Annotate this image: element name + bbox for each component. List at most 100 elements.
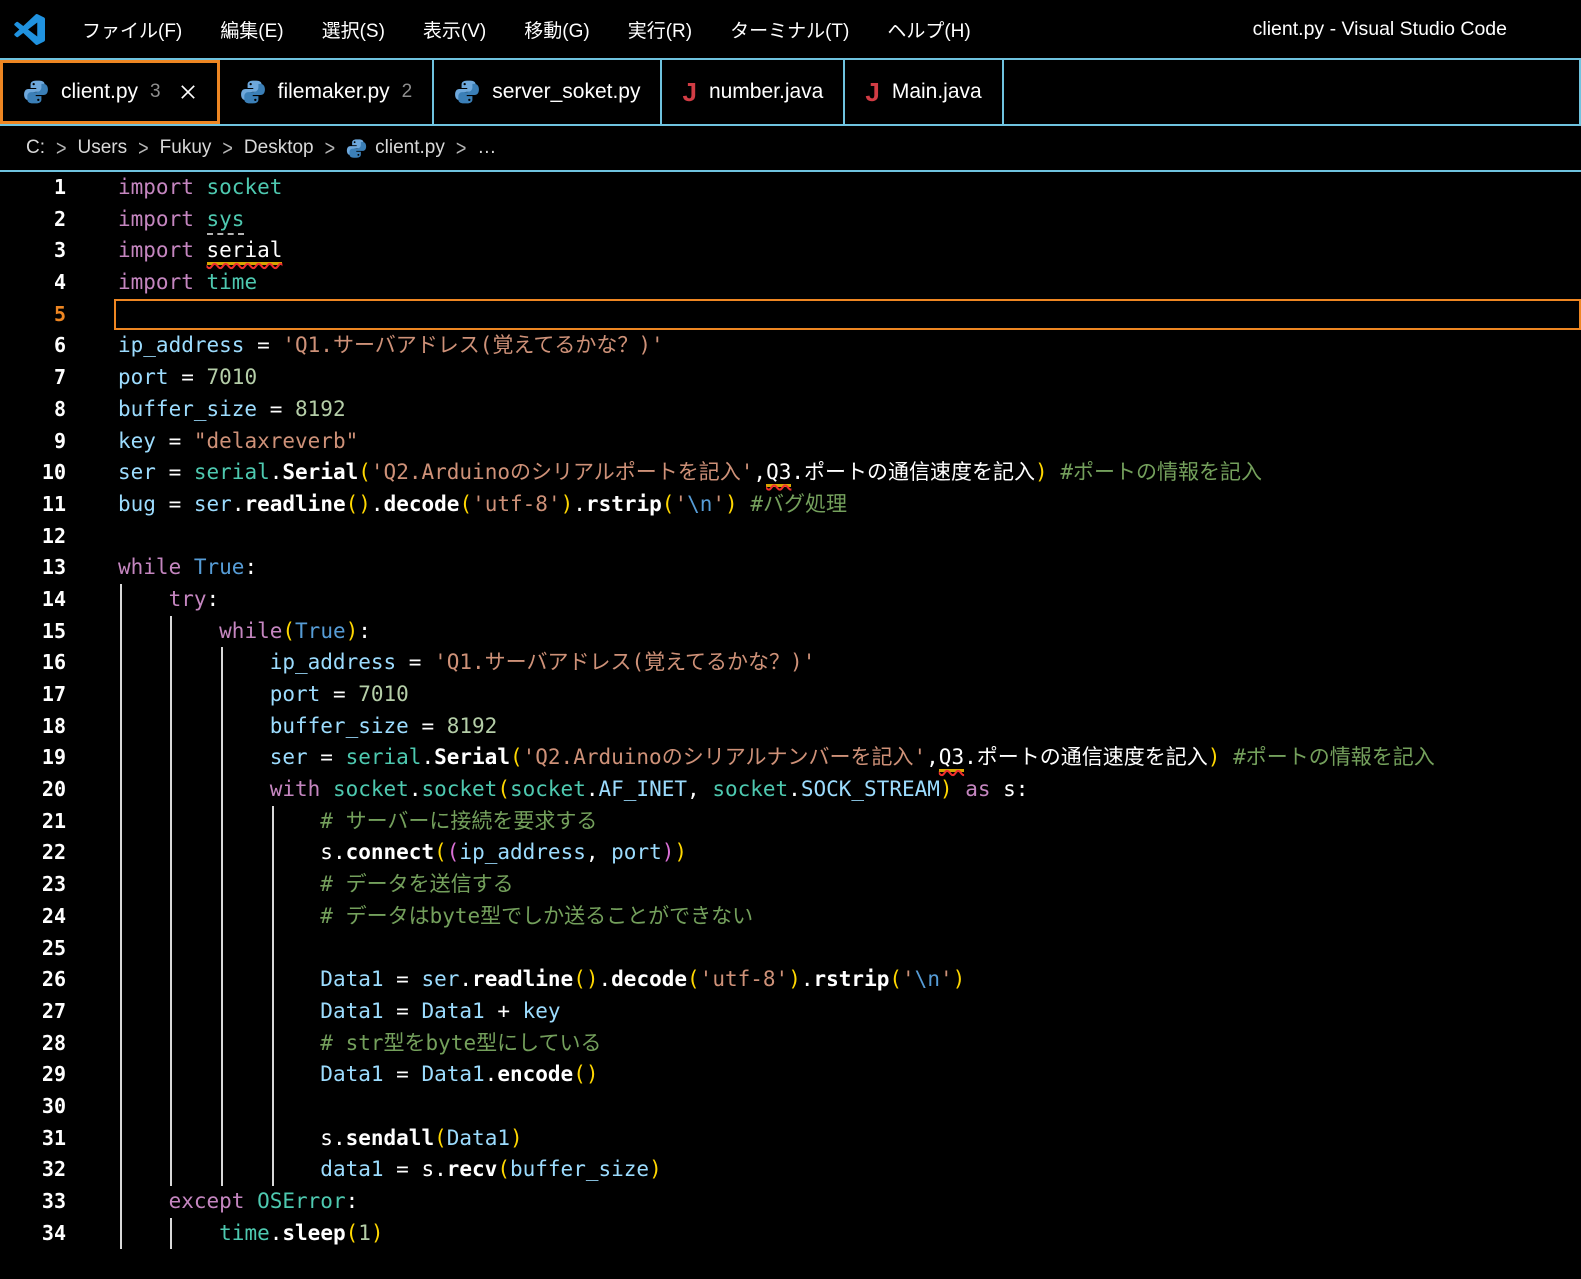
- line-number[interactable]: 7: [0, 362, 66, 394]
- code-line-content[interactable]: while(True):: [118, 616, 1581, 648]
- code-token: decode: [611, 967, 687, 991]
- menu-item[interactable]: ファイル(F): [63, 11, 201, 48]
- line-number[interactable]: 10: [0, 457, 66, 489]
- line-number[interactable]: 18: [0, 711, 66, 743]
- code-line-content[interactable]: bug = ser.readline().decode('utf-8').rst…: [118, 489, 1581, 521]
- code-line-content[interactable]: import time: [118, 267, 1581, 299]
- line-number[interactable]: 19: [0, 742, 66, 774]
- code-line-content[interactable]: Data1 = Data1.encode(): [118, 1059, 1581, 1091]
- code-line-content[interactable]: # str型をbyte型にしている: [118, 1028, 1581, 1060]
- code-line-content[interactable]: # データはbyte型でしか送ることができない: [118, 901, 1581, 933]
- code-line-content[interactable]: import sys: [118, 204, 1581, 236]
- code-line-content[interactable]: with socket.socket(socket.AF_INET, socke…: [118, 774, 1581, 806]
- line-number[interactable]: 11: [0, 489, 66, 521]
- code-token: =: [156, 460, 194, 484]
- code-line-content[interactable]: [118, 521, 1581, 553]
- code-line-content[interactable]: [118, 933, 1581, 965]
- code-token: [194, 270, 207, 294]
- code-token: [118, 809, 320, 833]
- code-line-content[interactable]: port = 7010: [118, 362, 1581, 394]
- code-line-content[interactable]: ser = serial.Serial('Q2.Arduinoのシリアルポートを…: [118, 457, 1581, 489]
- code-line-content cursor-line[interactable]: [114, 299, 1581, 331]
- code-line-content[interactable]: ip_address = 'Q1.サーバアドレス(覚えてるかな？)': [118, 647, 1581, 679]
- line-number[interactable]: 14: [0, 584, 66, 616]
- line-number[interactable]: 22: [0, 837, 66, 869]
- tab-main-java[interactable]: JMain.java: [845, 60, 1003, 124]
- code-line-content[interactable]: s.sendall(Data1): [118, 1123, 1581, 1155]
- code-line-content[interactable]: [118, 1091, 1581, 1123]
- code-token: [738, 492, 751, 516]
- tab-filemaker-py[interactable]: filemaker.py2: [220, 60, 435, 124]
- close-icon[interactable]: [179, 83, 197, 101]
- code-line-content[interactable]: ip_address = 'Q1.サーバアドレス(覚えてるかな？)': [118, 330, 1581, 362]
- breadcrumb-item[interactable]: Users: [78, 137, 128, 159]
- menu-item[interactable]: ターミナル(T): [711, 11, 868, 48]
- code-line-content[interactable]: key = "delaxreverb": [118, 426, 1581, 458]
- breadcrumb-more[interactable]: …: [477, 137, 496, 159]
- line-number[interactable]: 28: [0, 1028, 66, 1060]
- line-number[interactable]: 9: [0, 426, 66, 458]
- line-number[interactable]: 4: [0, 267, 66, 299]
- code-line-content[interactable]: Data1 = Data1 + key: [118, 996, 1581, 1028]
- line-number[interactable]: 2: [0, 204, 66, 236]
- tab-number-java[interactable]: Jnumber.java: [662, 60, 845, 124]
- breadcrumb-item[interactable]: C:: [26, 137, 45, 159]
- code-token: =: [156, 492, 194, 516]
- line-number[interactable]: 24: [0, 901, 66, 933]
- code-line-content[interactable]: s.connect((ip_address, port)): [118, 837, 1581, 869]
- menu-item[interactable]: 実行(R): [609, 11, 711, 48]
- tab-client-py[interactable]: client.py3: [0, 60, 220, 124]
- code-line-content[interactable]: # データを送信する: [118, 869, 1581, 901]
- code-token: port: [611, 840, 662, 864]
- code-token: :: [207, 587, 220, 611]
- breadcrumb-item-file[interactable]: client.py: [346, 137, 445, 159]
- code-line-content[interactable]: Data1 = ser.readline().decode('utf-8').r…: [118, 964, 1581, 996]
- line-number[interactable]: 26: [0, 964, 66, 996]
- line-number[interactable]: 16: [0, 647, 66, 679]
- menu-item[interactable]: 移動(G): [505, 11, 608, 48]
- line-number[interactable]: 21: [0, 806, 66, 838]
- line-number[interactable]: 33: [0, 1186, 66, 1218]
- menu-item[interactable]: 編集(E): [201, 11, 302, 48]
- breadcrumb-item[interactable]: Fukuy: [160, 137, 212, 159]
- line-number[interactable]: 25: [0, 933, 66, 965]
- code-line-content[interactable]: except OSError:: [118, 1186, 1581, 1218]
- code-line-content[interactable]: try:: [118, 584, 1581, 616]
- menu-item[interactable]: 表示(V): [404, 11, 505, 48]
- line-number[interactable]: 3: [0, 235, 66, 267]
- code-line-content[interactable]: # サーバーに接続を要求する: [118, 806, 1581, 838]
- line-number[interactable]: 13: [0, 552, 66, 584]
- line-number[interactable]: 29: [0, 1059, 66, 1091]
- tab-server-soket-py[interactable]: server_soket.py: [434, 60, 662, 124]
- line-number[interactable]: 17: [0, 679, 66, 711]
- line-number[interactable]: 34: [0, 1218, 66, 1250]
- code-line-content[interactable]: time.sleep(1): [118, 1218, 1581, 1250]
- code-token: buffer_size: [510, 1157, 649, 1181]
- breadcrumb-item[interactable]: Desktop: [244, 137, 314, 159]
- line-number[interactable]: 32: [0, 1154, 66, 1186]
- line-number[interactable]: 5: [0, 299, 66, 331]
- code-line-content[interactable]: port = 7010: [118, 679, 1581, 711]
- line-number[interactable]: 31: [0, 1123, 66, 1155]
- line-number[interactable]: 8: [0, 394, 66, 426]
- menu-item[interactable]: 選択(S): [303, 11, 404, 48]
- code-line-content[interactable]: buffer_size = 8192: [118, 394, 1581, 426]
- line-number[interactable]: 23: [0, 869, 66, 901]
- line-number[interactable]: 1: [0, 172, 66, 204]
- line-number[interactable]: 6: [0, 330, 66, 362]
- line-number[interactable]: 30: [0, 1091, 66, 1123]
- code-line-content[interactable]: buffer_size = 8192: [118, 711, 1581, 743]
- code-line-content[interactable]: import socket: [118, 172, 1581, 204]
- code-line-content[interactable]: ser = serial.Serial('Q2.Arduinoのシリアルナンバー…: [118, 742, 1581, 774]
- line-number[interactable]: 27: [0, 996, 66, 1028]
- indent-guide: [120, 869, 122, 901]
- indent-guide: [221, 1059, 223, 1091]
- code-token: .: [421, 745, 434, 769]
- menu-item[interactable]: ヘルプ(H): [868, 11, 989, 48]
- code-line-content[interactable]: import serial: [118, 235, 1581, 267]
- code-line-content[interactable]: while True:: [118, 552, 1581, 584]
- line-number[interactable]: 15: [0, 616, 66, 648]
- line-number[interactable]: 12: [0, 521, 66, 553]
- code-line-content[interactable]: data1 = s.recv(buffer_size): [118, 1154, 1581, 1186]
- line-number[interactable]: 20: [0, 774, 66, 806]
